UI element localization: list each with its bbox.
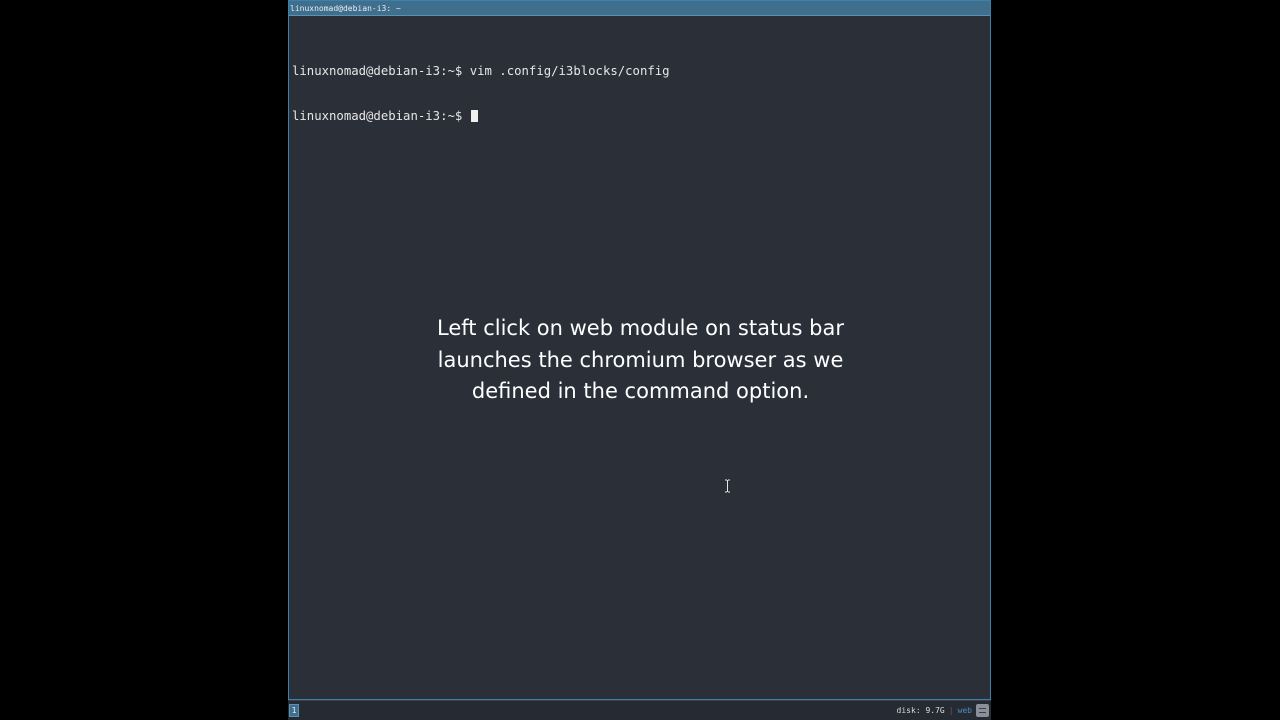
caption-line: defined in the command option. [471,379,810,403]
caption-line: launches the chromium browser as we [437,347,844,372]
web-module[interactable]: web [958,706,972,715]
terminal-block-cursor [470,110,478,122]
window-title: linuxnomad@debian-i3: ~ [290,4,401,13]
shell-prompt: linuxnomad@debian-i3:~$ [292,109,463,123]
i3-status-bar: 1 disk: 9.7G | web [288,700,991,720]
caption-line: Left click on web module on status bar [437,316,844,340]
app-tray-icon[interactable] [976,704,989,717]
module-separator: | [948,706,954,715]
terminal-line: linuxnomad@debian-i3:~$ vim .config/i3bl… [292,64,982,79]
shell-prompt: linuxnomad@debian-i3:~$ [292,64,463,78]
text-ibeam-cursor-icon [725,479,730,493]
desktop-screen: linuxnomad@debian-i3: ~ linuxnomad@debia… [288,0,991,720]
shell-command: vim .config/i3blocks/config [469,64,670,78]
terminal-output[interactable]: linuxnomad@debian-i3:~$ vim .config/i3bl… [292,34,982,154]
workspace-button-1[interactable]: 1 [289,704,299,717]
status-blocks: disk: 9.7G | web [897,701,989,720]
window-titlebar[interactable]: linuxnomad@debian-i3: ~ [289,1,990,16]
terminal-window[interactable]: linuxnomad@debian-i3: ~ linuxnomad@debia… [288,0,991,700]
tutorial-caption: Left click on web module on status bar l… [369,313,912,408]
disk-module[interactable]: disk: 9.7G [897,706,945,715]
terminal-line: linuxnomad@debian-i3:~$ [292,109,982,124]
